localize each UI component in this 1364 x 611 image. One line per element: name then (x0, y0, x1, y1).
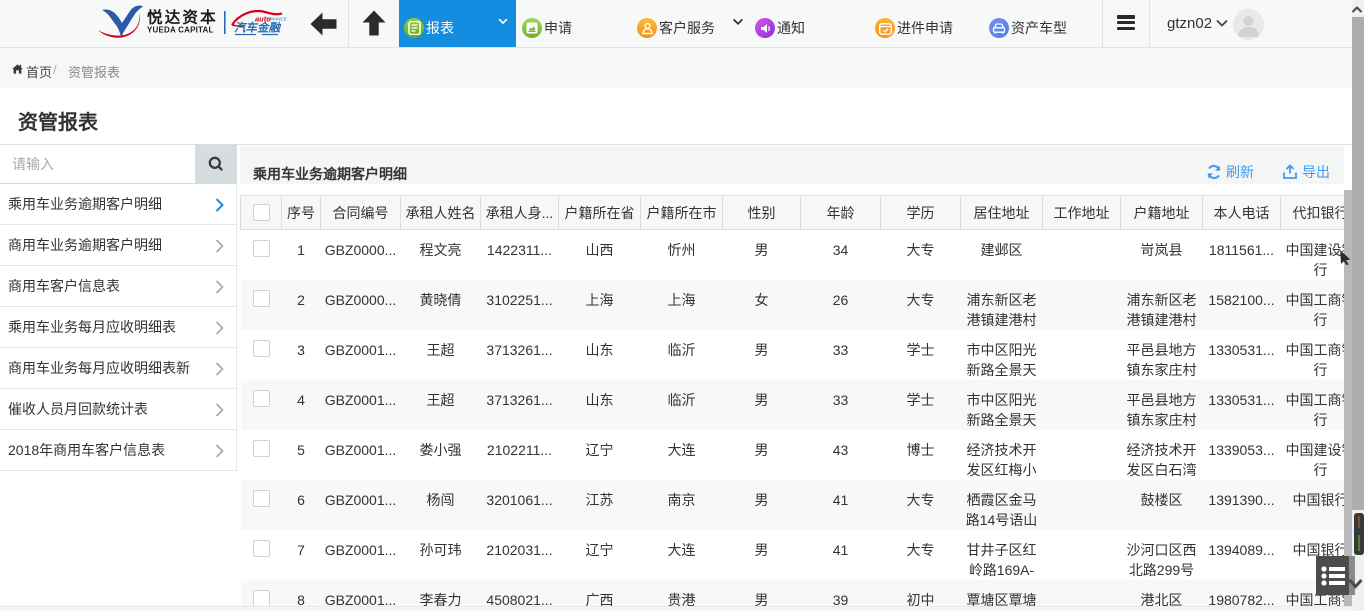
svg-text:悦达资本: 悦达资本 (147, 8, 218, 27)
svg-text:汽车金融: 汽车金融 (234, 21, 281, 35)
svg-text:YUEDA CAPITAL: YUEDA CAPITAL (147, 26, 214, 35)
svg-text:FINANCE: FINANCE (267, 17, 288, 22)
